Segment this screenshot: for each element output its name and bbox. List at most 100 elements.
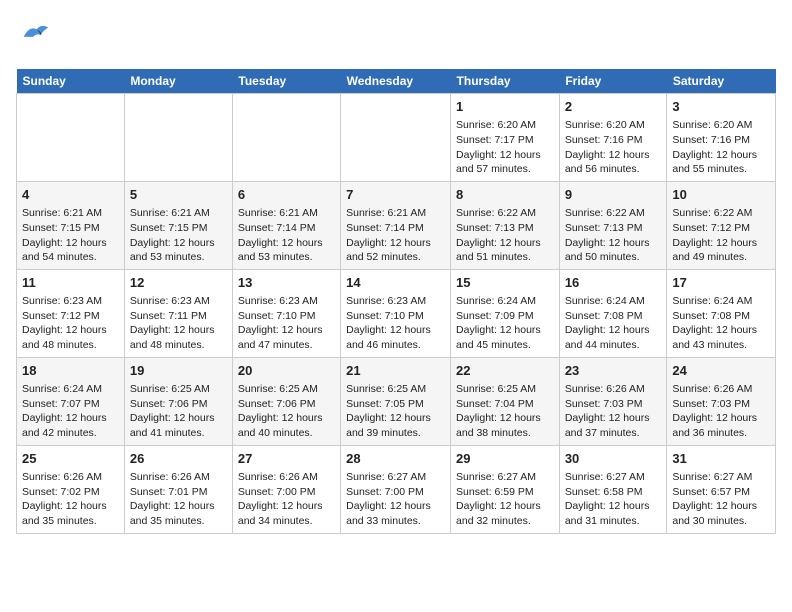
calendar-cell: 28Sunrise: 6:27 AMSunset: 7:00 PMDayligh…	[341, 445, 451, 533]
day-number: 30	[565, 450, 662, 468]
day-info: Daylight: 12 hours	[346, 323, 445, 338]
day-info: Daylight: 12 hours	[672, 323, 770, 338]
calendar-cell	[124, 94, 232, 182]
day-info: Sunset: 7:14 PM	[238, 221, 335, 236]
calendar-cell: 12 Sunrise: 6:23 AMSunset: 7:11 PMDayligh…	[124, 269, 232, 357]
day-number: 6	[238, 186, 335, 204]
calendar-cell: 16Sunrise: 6:24 AMSunset: 7:08 PMDayligh…	[559, 269, 667, 357]
calendar-cell: 10 Sunrise: 6:22 AMSunset: 7:12 PMDayligh…	[667, 181, 776, 269]
day-info: Daylight: 12 hours	[672, 499, 770, 514]
day-info: and 53 minutes.	[238, 250, 335, 265]
weekday-header-saturday: Saturday	[667, 69, 776, 94]
day-info: Sunset: 7:06 PM	[238, 397, 335, 412]
day-info: Sunset: 7:14 PM	[346, 221, 445, 236]
day-info: Sunset: 7:15 PM	[22, 221, 119, 236]
day-info: Sunset: 7:00 PM	[346, 485, 445, 500]
day-info: Sunset: 7:03 PM	[672, 397, 770, 412]
calendar-cell: 31Sunrise: 6:27 AMSunset: 6:57 PMDayligh…	[667, 445, 776, 533]
day-info: Sunrise: 6:26 AM	[565, 382, 662, 397]
day-info: and 53 minutes.	[130, 250, 227, 265]
day-info: Daylight: 12 hours	[346, 411, 445, 426]
day-info: Sunset: 7:07 PM	[22, 397, 119, 412]
day-info: and 30 minutes.	[672, 514, 770, 529]
day-info: Sunrise: 6:23 AM	[130, 294, 227, 309]
day-number: 27	[238, 450, 335, 468]
day-number: 3	[672, 98, 770, 116]
day-info: Daylight: 12 hours	[130, 323, 227, 338]
day-info: Sunrise: 6:26 AM	[238, 470, 335, 485]
day-number: 10	[672, 186, 770, 204]
day-info: Sunrise: 6:21 AM	[238, 206, 335, 221]
calendar-cell: 25Sunrise: 6:26 AMSunset: 7:02 PMDayligh…	[17, 445, 125, 533]
page-header	[16, 16, 776, 59]
day-info: Daylight: 12 hours	[565, 499, 662, 514]
day-number: 2	[565, 98, 662, 116]
calendar-cell: 23Sunrise: 6:26 AMSunset: 7:03 PMDayligh…	[559, 357, 667, 445]
day-info: Sunset: 7:13 PM	[456, 221, 554, 236]
day-info: Daylight: 12 hours	[565, 411, 662, 426]
day-info: and 35 minutes.	[22, 514, 119, 529]
day-info: and 42 minutes.	[22, 426, 119, 441]
day-info: and 45 minutes.	[456, 338, 554, 353]
day-number: 1	[456, 98, 554, 116]
day-info: and 47 minutes.	[238, 338, 335, 353]
logo	[16, 16, 58, 59]
day-number: 5	[130, 186, 227, 204]
day-info: Daylight: 12 hours	[22, 236, 119, 251]
day-number: 25	[22, 450, 119, 468]
day-info: Daylight: 12 hours	[565, 236, 662, 251]
day-info: Sunset: 7:16 PM	[672, 133, 770, 148]
weekday-header-friday: Friday	[559, 69, 667, 94]
day-info: and 39 minutes.	[346, 426, 445, 441]
day-info: Sunset: 7:00 PM	[238, 485, 335, 500]
day-number: 21	[346, 362, 445, 380]
logo-icon	[16, 16, 54, 59]
day-info: Daylight: 12 hours	[130, 499, 227, 514]
day-info: Sunset: 7:11 PM	[130, 309, 227, 324]
day-info: Sunrise: 6:20 AM	[565, 118, 662, 133]
calendar-cell: 18Sunrise: 6:24 AMSunset: 7:07 PMDayligh…	[17, 357, 125, 445]
day-info: Sunrise: 6:26 AM	[22, 470, 119, 485]
day-info: Sunrise: 6:21 AM	[346, 206, 445, 221]
day-number: 12	[130, 274, 227, 292]
calendar-cell: 5Sunrise: 6:21 AMSunset: 7:15 PMDaylight…	[124, 181, 232, 269]
day-info: Sunset: 6:59 PM	[456, 485, 554, 500]
day-info: and 57 minutes.	[456, 162, 554, 177]
day-info: and 50 minutes.	[565, 250, 662, 265]
day-info: Daylight: 12 hours	[238, 411, 335, 426]
day-number: 20	[238, 362, 335, 380]
calendar-week-4: 18Sunrise: 6:24 AMSunset: 7:07 PMDayligh…	[17, 357, 776, 445]
day-info: and 49 minutes.	[672, 250, 770, 265]
weekday-header-thursday: Thursday	[451, 69, 560, 94]
day-info: Daylight: 12 hours	[672, 411, 770, 426]
day-info: Daylight: 12 hours	[238, 236, 335, 251]
day-info: Sunset: 7:08 PM	[565, 309, 662, 324]
day-info: and 31 minutes.	[565, 514, 662, 529]
calendar-cell: 19Sunrise: 6:25 AMSunset: 7:06 PMDayligh…	[124, 357, 232, 445]
weekday-header-wednesday: Wednesday	[341, 69, 451, 94]
day-number: 17	[672, 274, 770, 292]
day-info: Daylight: 12 hours	[672, 236, 770, 251]
day-info: Sunrise: 6:23 AM	[22, 294, 119, 309]
weekday-header-sunday: Sunday	[17, 69, 125, 94]
day-info: Sunrise: 6:22 AM	[672, 206, 770, 221]
calendar-cell: 22Sunrise: 6:25 AMSunset: 7:04 PMDayligh…	[451, 357, 560, 445]
day-info: Daylight: 12 hours	[346, 236, 445, 251]
day-info: Sunrise: 6:23 AM	[346, 294, 445, 309]
day-number: 16	[565, 274, 662, 292]
day-info: Daylight: 12 hours	[130, 411, 227, 426]
calendar-cell	[232, 94, 340, 182]
day-info: and 48 minutes.	[130, 338, 227, 353]
day-info: Sunset: 7:17 PM	[456, 133, 554, 148]
day-info: and 38 minutes.	[456, 426, 554, 441]
day-info: Sunset: 7:12 PM	[672, 221, 770, 236]
day-info: and 35 minutes.	[130, 514, 227, 529]
day-info: Sunset: 7:16 PM	[565, 133, 662, 148]
day-info: and 43 minutes.	[672, 338, 770, 353]
day-info: Daylight: 12 hours	[22, 499, 119, 514]
calendar-cell: 27Sunrise: 6:26 AMSunset: 7:00 PMDayligh…	[232, 445, 340, 533]
day-info: and 48 minutes.	[22, 338, 119, 353]
day-info: Daylight: 12 hours	[565, 323, 662, 338]
weekday-header-row: SundayMondayTuesdayWednesdayThursdayFrid…	[17, 69, 776, 94]
day-info: Sunrise: 6:27 AM	[672, 470, 770, 485]
